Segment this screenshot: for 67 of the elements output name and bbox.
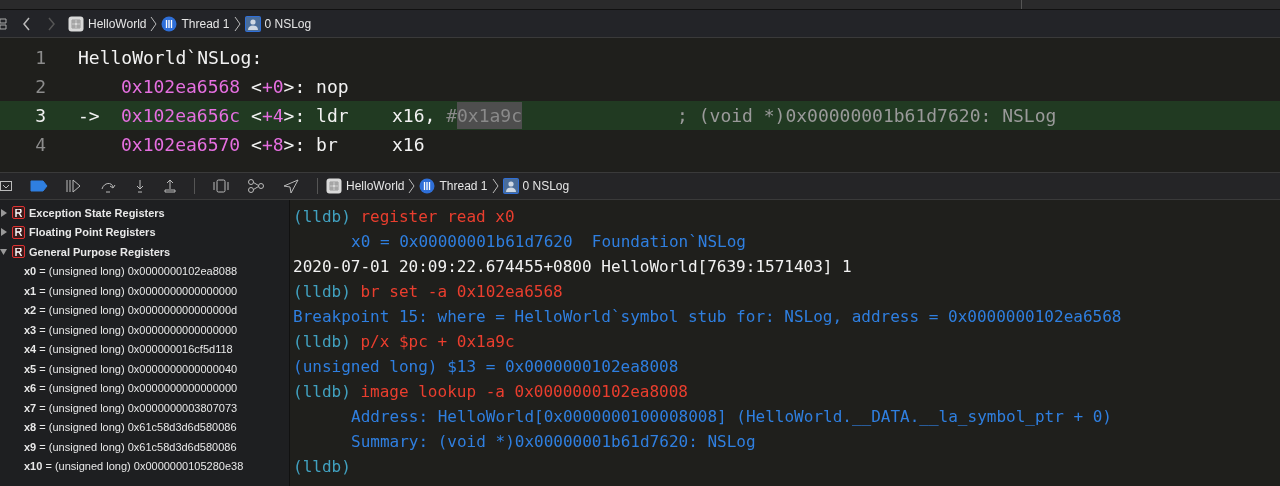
location-button[interactable]	[283, 179, 299, 193]
path-item[interactable]: 0 NSLog	[502, 177, 570, 195]
line-number: 3	[34, 104, 46, 128]
thread-icon	[419, 178, 436, 194]
console-line: x0 = 0x00000001b61d7620 Foundation`NSLog	[350, 231, 747, 253]
console-line: (lldb) p/x $pc + 0x1a9c	[293, 331, 516, 353]
console-line: 2020-07-01 20:09:22.674455+0800 HelloWorld[7639:1571403] 1	[293, 256, 853, 278]
register-group[interactable]: Floating Point Registers	[0, 222, 289, 242]
step-into-button[interactable]	[134, 179, 146, 193]
disclosure-icon	[0, 247, 8, 256]
disclosure-icon	[0, 228, 8, 237]
hide-panel-button[interactable]	[0, 180, 12, 192]
step-out-button[interactable]	[164, 179, 176, 193]
thread-icon	[161, 15, 178, 32]
register-row[interactable]: x8 = (unsigned long) 0x61c58d3d6d580086	[0, 417, 289, 437]
line-number: 4	[34, 133, 46, 157]
console-line: (lldb) register read x0	[293, 206, 516, 228]
register-row[interactable]: x1 = (unsigned long) 0x0000000000000000	[0, 281, 289, 301]
chevron-icon	[408, 178, 416, 194]
person-icon	[502, 178, 519, 194]
register-row[interactable]: x6 = (unsigned long) 0x0000000000000000	[0, 378, 289, 398]
chevron-icon	[491, 178, 499, 194]
register-group[interactable]: Exception State Registers	[0, 203, 289, 223]
chevron-icon	[150, 15, 158, 32]
register-row[interactable]: x10 = (unsigned long) 0x0000000105280e38	[0, 456, 289, 476]
console-line: Address: HelloWorld[0x0000000100008008] (HelloWorld.__DATA.__la_symbol_ptr + 0)	[350, 406, 1113, 428]
console-line: (lldb) br set -a 0x102ea6568	[293, 281, 564, 303]
console-line: (lldb)	[293, 456, 352, 478]
app-icon	[68, 15, 84, 32]
register-row[interactable]: x7 = (unsigned long) 0x0000000003807073	[0, 398, 289, 418]
register-row[interactable]: x5 = (unsigned long) 0x0000000000000040	[0, 359, 289, 379]
person-icon	[244, 15, 261, 32]
register-row[interactable]: x4 = (unsigned long) 0x000000016cf5d118	[0, 339, 289, 359]
register-row[interactable]: x3 = (unsigned long) 0x0000000000000000	[0, 320, 289, 340]
instruction-text: HelloWorld`NSLog:	[78, 46, 263, 70]
console-line: (lldb) image lookup -a 0x0000000102ea8008	[293, 381, 689, 403]
instruction-text: -> 0x102ea656c <+4>: ldr x16, #0x1a9c ; (void *)0x00000001b61d7620: NSLog	[78, 102, 1057, 129]
register-badge	[12, 245, 25, 259]
path-item[interactable]: 0 NSLog	[244, 14, 312, 33]
breakpoints-toggle[interactable]	[30, 180, 48, 192]
register-row[interactable]: x9 = (unsigned long) 0x61c58d3d6d580086	[0, 437, 289, 457]
continue-button[interactable]	[66, 179, 82, 193]
register-badge	[12, 225, 25, 239]
register-row[interactable]: x2 = (unsigned long) 0x000000000000000d	[0, 300, 289, 320]
instruction-text: 0x102ea6568 <+0>: nop	[120, 75, 349, 99]
console-line: Summary: (void *)0x00000001b61d7620: NSLog	[350, 431, 757, 453]
path-item[interactable]: Thread 1	[419, 177, 488, 195]
view-hierarchy-button[interactable]	[213, 179, 229, 193]
register-group[interactable]: General Purpose Registers	[0, 242, 289, 262]
app-icon	[326, 178, 342, 194]
instruction-text: 0x102ea6570 <+8>: br x16	[120, 133, 425, 157]
group-label: General Purpose Registers	[29, 244, 171, 260]
console-line: Breakpoint 15: where = HelloWorld`symbol stub for: NSLog, address = 0x0000000102ea6568	[293, 306, 1123, 328]
path-item[interactable]: Thread 1	[161, 14, 230, 33]
grid-icon[interactable]	[0, 16, 10, 31]
line-number: 1	[34, 46, 46, 70]
line-number: 2	[34, 75, 46, 99]
console-line: (unsigned long) $13 = 0x0000000102ea8008	[293, 356, 680, 378]
chevron-icon	[233, 15, 241, 32]
path-item[interactable]: HelloWorld	[326, 177, 405, 195]
register-row[interactable]: x0 = (unsigned long) 0x0000000102ea8088	[0, 261, 289, 281]
disclosure-icon	[0, 208, 8, 217]
memory-graph-button[interactable]	[247, 179, 265, 193]
path-item[interactable]: HelloWorld	[68, 14, 147, 33]
register-badge	[12, 206, 25, 220]
group-label: Floating Point Registers	[29, 225, 156, 240]
group-label: Exception State Registers	[29, 205, 165, 221]
